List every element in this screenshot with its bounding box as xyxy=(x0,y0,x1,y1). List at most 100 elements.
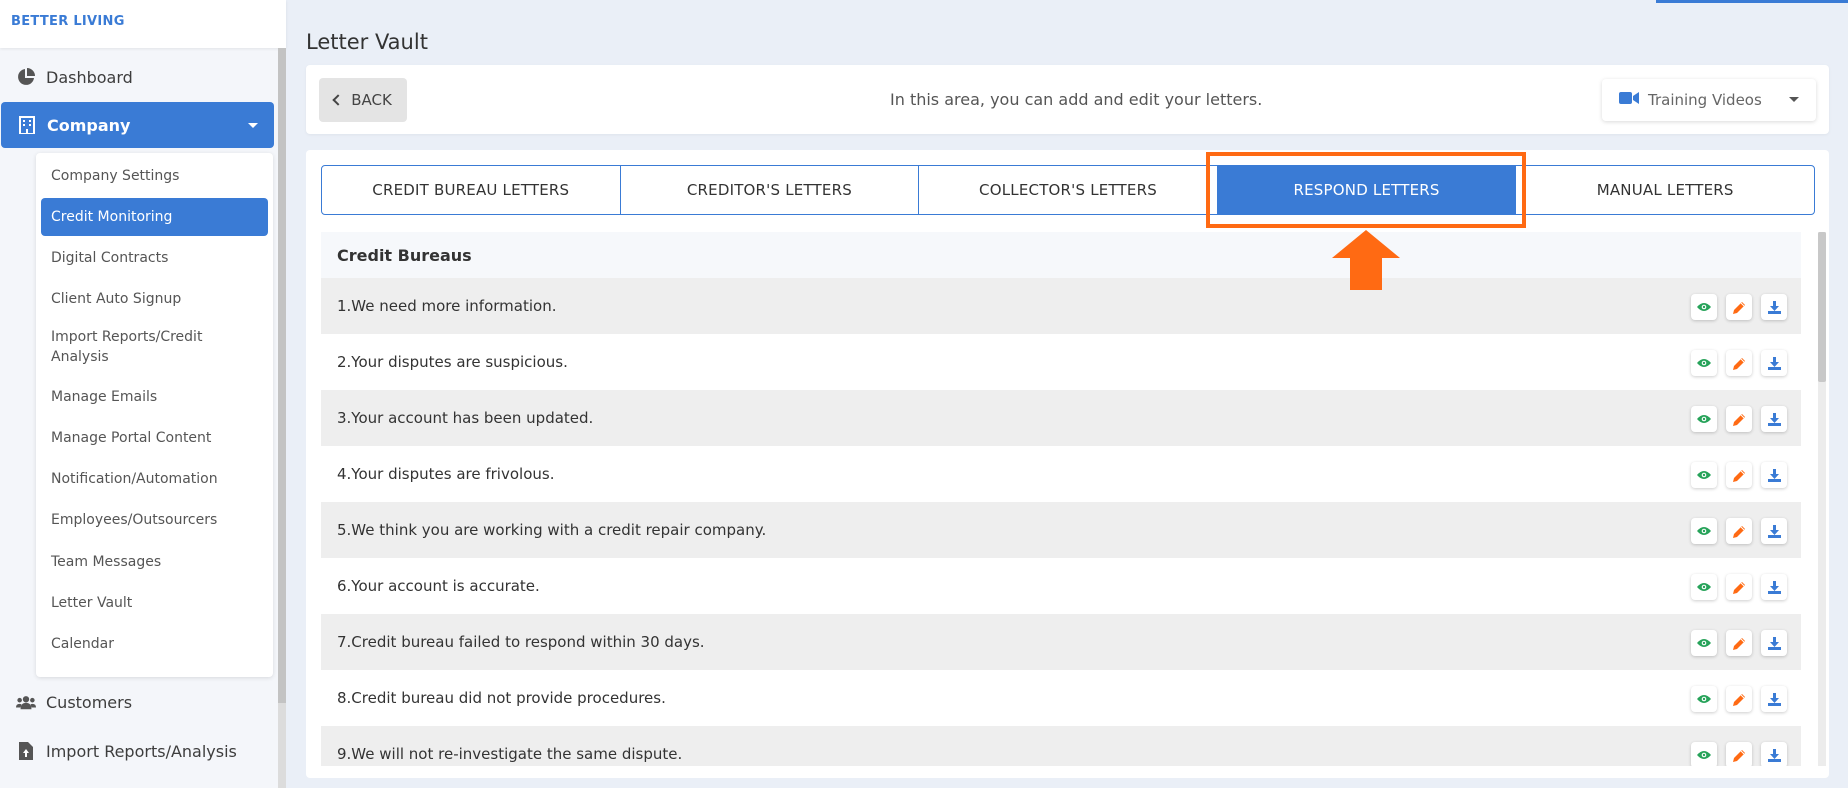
download-button[interactable] xyxy=(1761,742,1787,766)
letter-title: 5.We think you are working with a credit… xyxy=(337,521,767,539)
download-button[interactable] xyxy=(1761,574,1787,600)
row-actions xyxy=(1691,462,1787,488)
view-button[interactable] xyxy=(1691,742,1717,766)
row-actions xyxy=(1691,406,1787,432)
download-button[interactable] xyxy=(1761,406,1787,432)
view-button[interactable] xyxy=(1691,350,1717,376)
submenu-item-credit-monitoring[interactable]: Credit Monitoring xyxy=(41,198,268,236)
edit-button[interactable] xyxy=(1726,462,1752,488)
download-button[interactable] xyxy=(1761,350,1787,376)
download-button[interactable] xyxy=(1761,462,1787,488)
edit-button[interactable] xyxy=(1726,294,1752,320)
submenu-item-digital-contracts[interactable]: Digital Contracts xyxy=(41,239,268,277)
view-button[interactable] xyxy=(1691,518,1717,544)
chevron-left-icon xyxy=(332,94,344,106)
download-button[interactable] xyxy=(1761,518,1787,544)
submenu-item-notification-automation[interactable]: Notification/Automation xyxy=(41,460,268,498)
sidebar-item-dashboard[interactable]: Dashboard xyxy=(0,54,273,100)
row-actions xyxy=(1691,350,1787,376)
download-icon xyxy=(1767,692,1781,706)
training-videos-dropdown[interactable]: Training Videos xyxy=(1602,79,1816,121)
submenu-item-client-auto-signup[interactable]: Client Auto Signup xyxy=(41,280,268,318)
download-button[interactable] xyxy=(1761,686,1787,712)
edit-button[interactable] xyxy=(1726,518,1752,544)
view-button[interactable] xyxy=(1691,462,1717,488)
brand-logo-text[interactable]: BETTER LIVING xyxy=(11,14,125,29)
download-button[interactable] xyxy=(1761,630,1787,656)
arrow-up-icon xyxy=(1332,230,1400,290)
eye-icon xyxy=(1697,638,1711,648)
tab-collectors-letters[interactable]: COLLECTOR'S LETTERS xyxy=(919,166,1218,214)
letter-tabs: CREDIT BUREAU LETTERS CREDITOR'S LETTERS… xyxy=(321,165,1815,215)
submenu-item-import-reports[interactable]: Import Reports/Credit Analysis xyxy=(41,325,231,369)
pencil-icon xyxy=(1732,525,1746,538)
letter-row: 9.We will not re-investigate the same di… xyxy=(321,726,1801,766)
sidebar-item-label: Company xyxy=(47,115,131,135)
letter-title: 3.Your account has been updated. xyxy=(337,409,594,427)
edit-button[interactable] xyxy=(1726,574,1752,600)
submenu-item-company-settings[interactable]: Company Settings xyxy=(41,157,268,195)
view-button[interactable] xyxy=(1691,406,1717,432)
back-button[interactable]: BACK xyxy=(319,78,407,122)
submenu-item-letter-vault[interactable]: Letter Vault xyxy=(41,584,268,622)
letter-title: 9.We will not re-investigate the same di… xyxy=(337,745,683,763)
edit-button[interactable] xyxy=(1726,406,1752,432)
brand-header: BETTER LIVING xyxy=(0,0,286,48)
file-upload-icon xyxy=(16,741,36,761)
letters-list: Credit Bureaus 1.We need more informatio… xyxy=(321,232,1801,766)
pencil-icon xyxy=(1732,749,1746,762)
letter-row: 6.Your account is accurate. xyxy=(321,558,1801,614)
submenu-item-manage-portal-content[interactable]: Manage Portal Content xyxy=(41,419,268,457)
download-button[interactable] xyxy=(1761,294,1787,320)
edit-button[interactable] xyxy=(1726,350,1752,376)
info-text: In this area, you can add and edit your … xyxy=(890,90,1263,109)
chevron-down-icon xyxy=(1789,97,1799,102)
tab-manual-letters[interactable]: MANUAL LETTERS xyxy=(1516,166,1814,214)
letters-card: CREDIT BUREAU LETTERS CREDITOR'S LETTERS… xyxy=(306,150,1829,778)
pie-chart-icon xyxy=(16,67,36,87)
submenu-item-manage-emails[interactable]: Manage Emails xyxy=(41,378,268,416)
company-submenu: Company Settings Credit Monitoring Digit… xyxy=(36,153,273,677)
tab-creditors-letters[interactable]: CREDITOR'S LETTERS xyxy=(621,166,920,214)
list-scrollbar-thumb[interactable] xyxy=(1818,232,1826,382)
view-button[interactable] xyxy=(1691,630,1717,656)
sidebar-scrollbar-thumb[interactable] xyxy=(278,48,286,703)
sidebar-item-label: Customers xyxy=(46,692,133,712)
training-videos-label: Training Videos xyxy=(1648,91,1762,109)
tab-credit-bureau-letters[interactable]: CREDIT BUREAU LETTERS xyxy=(322,166,621,214)
sidebar-item-import-reports-analysis[interactable]: Import Reports/Analysis xyxy=(0,728,273,774)
submenu-item-team-messages[interactable]: Team Messages xyxy=(41,543,268,581)
submenu-item-employees-outsourcers[interactable]: Employees/Outsourcers xyxy=(41,501,268,539)
view-button[interactable] xyxy=(1691,574,1717,600)
row-actions xyxy=(1691,630,1787,656)
pencil-icon xyxy=(1732,413,1746,426)
eye-icon xyxy=(1697,582,1711,592)
sidebar-item-customers[interactable]: Customers xyxy=(0,679,273,725)
view-button[interactable] xyxy=(1691,686,1717,712)
building-icon xyxy=(17,115,37,135)
letter-row: 4.Your disputes are frivolous. xyxy=(321,446,1801,502)
top-accent-bar xyxy=(1656,0,1848,3)
download-icon xyxy=(1767,468,1781,482)
sidebar: BETTER LIVING Dashboard Company Company … xyxy=(0,0,286,788)
pencil-icon xyxy=(1732,301,1746,314)
submenu-item-calendar[interactable]: Calendar xyxy=(41,625,268,663)
row-actions xyxy=(1691,294,1787,320)
eye-icon xyxy=(1697,526,1711,536)
back-button-label: BACK xyxy=(351,91,392,109)
edit-button[interactable] xyxy=(1726,686,1752,712)
view-button[interactable] xyxy=(1691,294,1717,320)
letter-title: 6.Your account is accurate. xyxy=(337,577,540,595)
row-actions xyxy=(1691,742,1787,766)
sidebar-item-label: Import Reports/Analysis xyxy=(46,741,237,761)
download-icon xyxy=(1767,524,1781,538)
letter-row: 3.Your account has been updated. xyxy=(321,390,1801,446)
letter-row: 2.Your disputes are suspicious. xyxy=(321,334,1801,390)
sidebar-item-company[interactable]: Company xyxy=(1,102,274,148)
edit-button[interactable] xyxy=(1726,742,1752,766)
page-title: Letter Vault xyxy=(306,30,428,54)
edit-button[interactable] xyxy=(1726,630,1752,656)
letter-title: 2.Your disputes are suspicious. xyxy=(337,353,568,371)
letter-title: 7.Credit bureau failed to respond within… xyxy=(337,633,705,651)
eye-icon xyxy=(1697,358,1711,368)
